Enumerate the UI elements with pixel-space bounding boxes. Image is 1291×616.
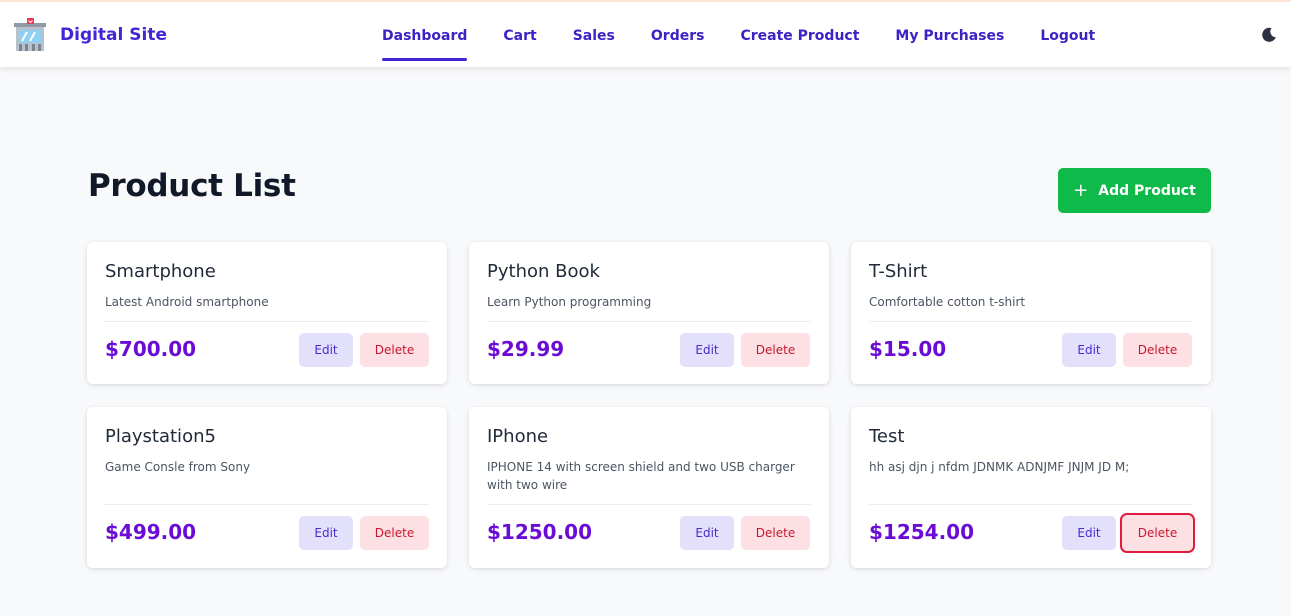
main-nav: Dashboard Cart Sales Orders Create Produ…	[382, 2, 1131, 67]
delete-button[interactable]: Delete	[741, 333, 810, 367]
edit-button[interactable]: Edit	[1062, 333, 1116, 367]
page-title: Product List	[88, 168, 296, 204]
moon-icon[interactable]	[1261, 27, 1277, 43]
store-icon	[14, 18, 46, 51]
product-description: Game Consle from Sony	[105, 460, 251, 474]
product-price: $1254.00	[869, 520, 975, 544]
product-card: IPhone IPHONE 14 with screen shield and …	[469, 407, 829, 568]
product-card: Python Book Learn Python programming $29…	[469, 242, 829, 384]
delete-button[interactable]: Delete	[741, 516, 810, 550]
product-card: Test hh asj djn j nfdm JDNMK ADNJMF JNJM…	[851, 407, 1211, 568]
nav-sales[interactable]: Sales	[573, 2, 615, 67]
card-divider	[869, 504, 1193, 505]
nav-orders[interactable]: Orders	[651, 2, 705, 67]
product-price: $1250.00	[487, 520, 593, 544]
product-description: IPHONE 14 with screen shield and two USB…	[487, 460, 795, 492]
delete-button[interactable]: Delete	[360, 516, 429, 550]
product-name: IPhone	[487, 426, 549, 447]
edit-button[interactable]: Edit	[299, 516, 353, 550]
product-description: hh asj djn j nfdm JDNMK ADNJMF JNJM JD M…	[869, 460, 1130, 474]
delete-button[interactable]: Delete	[1123, 333, 1192, 367]
product-description: Comfortable cotton t-shirt	[869, 295, 1026, 309]
product-description: Latest Android smartphone	[105, 295, 269, 309]
product-card: Smartphone Latest Android smartphone $70…	[87, 242, 447, 384]
brand-link[interactable]: Digital Site	[13, 16, 167, 54]
edit-button[interactable]: Edit	[680, 516, 734, 550]
product-card: T-Shirt Comfortable cotton t-shirt $15.0…	[851, 242, 1211, 384]
product-price: $29.99	[487, 337, 565, 361]
add-product-label: Add Product	[1098, 182, 1196, 199]
card-divider	[105, 321, 429, 322]
nav-logout[interactable]: Logout	[1040, 2, 1095, 67]
product-price: $700.00	[105, 337, 197, 361]
nav-dashboard[interactable]: Dashboard	[382, 2, 468, 67]
card-divider	[105, 504, 429, 505]
edit-button[interactable]: Edit	[680, 333, 734, 367]
product-description: Learn Python programming	[487, 295, 652, 309]
product-price: $15.00	[869, 337, 947, 361]
product-card: Playstation5 Game Consle from Sony $499.…	[87, 407, 447, 568]
product-name: T-Shirt	[869, 261, 928, 282]
plus-icon: +	[1073, 179, 1089, 201]
brand-name: Digital Site	[60, 25, 168, 45]
card-divider	[869, 321, 1193, 322]
nav-cart[interactable]: Cart	[503, 2, 536, 67]
top-navbar: Digital Site Dashboard Cart Sales Orders…	[0, 0, 1291, 67]
product-name: Playstation5	[105, 426, 216, 447]
nav-create-product[interactable]: Create Product	[740, 2, 859, 67]
add-product-button[interactable]: + Add Product	[1058, 168, 1211, 213]
edit-button[interactable]: Edit	[1062, 516, 1116, 550]
card-divider	[487, 321, 811, 322]
product-name: Python Book	[487, 261, 600, 282]
product-price: $499.00	[105, 520, 197, 544]
product-name: Test	[869, 426, 905, 447]
nav-my-purchases[interactable]: My Purchases	[895, 2, 1004, 67]
card-divider	[487, 504, 811, 505]
delete-button[interactable]: Delete	[360, 333, 429, 367]
product-name: Smartphone	[105, 261, 216, 282]
edit-button[interactable]: Edit	[299, 333, 353, 367]
delete-button[interactable]: Delete	[1120, 513, 1195, 553]
